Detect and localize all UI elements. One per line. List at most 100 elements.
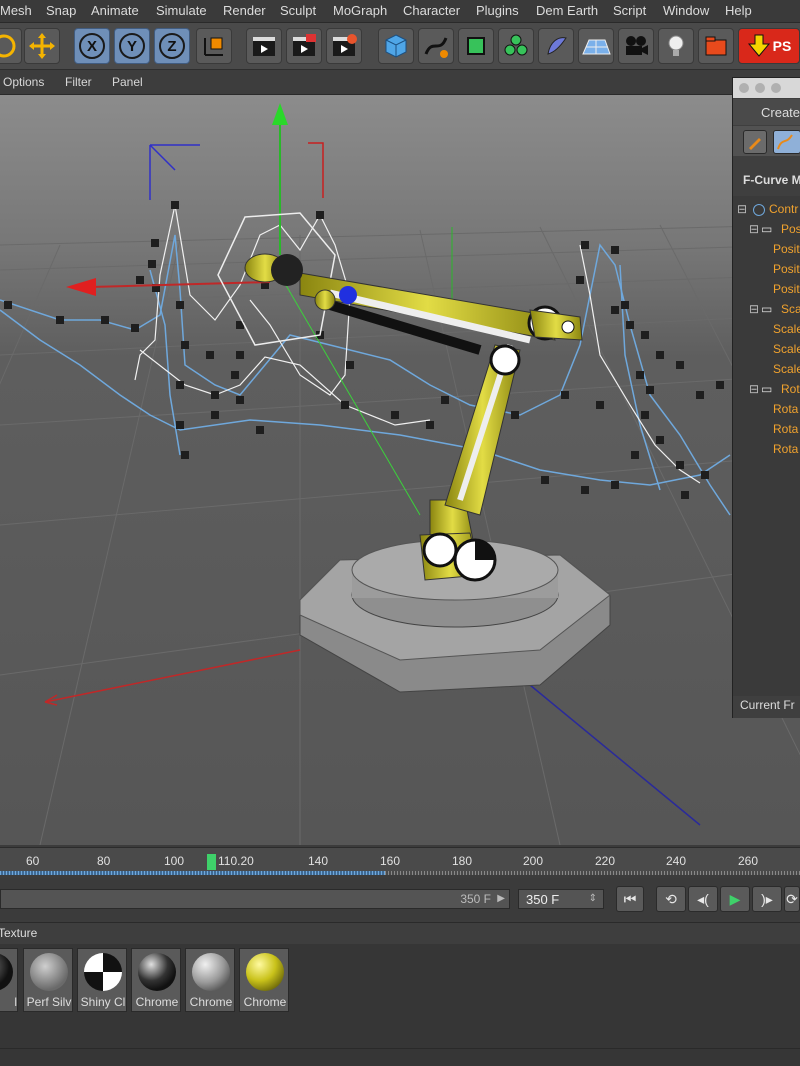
material-swatch[interactable]: l: [0, 948, 18, 1012]
nurbs-button[interactable]: [458, 28, 494, 64]
tree-scale-group[interactable]: Sca: [781, 302, 800, 316]
timeline-ticks: [385, 871, 800, 875]
z-axis-toggle[interactable]: Z: [154, 28, 190, 64]
material-preview: [246, 953, 284, 991]
step-back-button[interactable]: ◂(: [688, 886, 718, 912]
playhead-marker[interactable]: [207, 854, 216, 870]
tree-rotation-b[interactable]: Rota: [773, 442, 798, 456]
tree-position-y[interactable]: Posit: [773, 262, 800, 276]
play-button[interactable]: ▶: [720, 886, 750, 912]
folder-icon: ▭: [761, 382, 773, 396]
y-axis-toggle[interactable]: Y: [114, 28, 150, 64]
material-preview: [84, 953, 122, 991]
coordinate-system-button[interactable]: [196, 28, 232, 64]
deformer-button[interactable]: [538, 28, 574, 64]
tree-scale-y[interactable]: Scale: [773, 342, 800, 356]
render-picture-viewer-button[interactable]: [286, 28, 322, 64]
tree-rotation-p[interactable]: Rota: [773, 422, 798, 436]
preview-end-field[interactable]: 350 F: [460, 892, 491, 906]
material-manager-menu: Texture: [0, 922, 800, 945]
cube-primitive-button[interactable]: [378, 28, 414, 64]
material-preview: [30, 953, 68, 991]
tree-position-x[interactable]: Posit: [773, 242, 800, 256]
render-view-button[interactable]: [246, 28, 282, 64]
array-button[interactable]: [498, 28, 534, 64]
viewport-menu-filter[interactable]: Filter: [65, 75, 92, 89]
menu-script[interactable]: Script: [613, 3, 646, 18]
material-swatch[interactable]: Chrome: [239, 948, 289, 1012]
material-swatch[interactable]: Shiny Cl: [77, 948, 127, 1012]
render-settings-button[interactable]: [326, 28, 362, 64]
material-swatch[interactable]: Perf Silv: [23, 948, 73, 1012]
menu-sculpt[interactable]: Sculpt: [280, 3, 316, 18]
floor-button[interactable]: [578, 28, 614, 64]
viewport-menu-options[interactable]: Options: [3, 75, 44, 89]
stepper-icon: ⇕: [588, 893, 597, 904]
camera-button[interactable]: [618, 28, 654, 64]
nurbs-cube-icon: [467, 37, 485, 55]
x-axis-icon: X: [79, 33, 105, 59]
timeline-ruler[interactable]: 60 80 100 120 140 160 180 200 220 240 26…: [0, 847, 800, 875]
3d-viewport[interactable]: [0, 95, 800, 846]
panel-heading: F-Curve M: [743, 173, 800, 187]
window-minimize-icon[interactable]: [755, 83, 765, 93]
fcurve-tool-button[interactable]: [743, 130, 767, 154]
menu-dem-earth[interactable]: Dem Earth: [536, 3, 598, 18]
texture-menu[interactable]: Texture: [0, 926, 37, 940]
light-button[interactable]: [658, 28, 694, 64]
menu-character[interactable]: Character: [403, 3, 460, 18]
menu-snap[interactable]: Snap: [46, 3, 76, 18]
expand-toggle-icon[interactable]: ⊟: [737, 202, 747, 216]
timeline-tick: 100: [164, 854, 185, 868]
cube-icon: [385, 34, 407, 58]
go-to-start-button[interactable]: ⏮: [616, 886, 644, 912]
light-bulb-icon: [668, 35, 684, 56]
x-axis-toggle[interactable]: X: [74, 28, 110, 64]
window-close-icon[interactable]: [739, 83, 749, 93]
scene-button[interactable]: [698, 28, 734, 64]
panel-menu: Create: [733, 99, 800, 125]
next-key-button[interactable]: ⟳: [784, 886, 800, 912]
max-frame-field[interactable]: 350 F ⇕: [518, 889, 604, 909]
rotate-tool-button[interactable]: [0, 28, 22, 64]
previous-key-button[interactable]: ⟲: [656, 886, 686, 912]
expand-toggle-icon[interactable]: ⊟: [749, 302, 759, 316]
menu-window[interactable]: Window: [663, 3, 709, 18]
viewport-scene: [0, 95, 800, 846]
menu-mesh[interactable]: Mesh: [0, 3, 32, 18]
menu-mograph[interactable]: MoGraph: [333, 3, 387, 18]
tree-rotation-group[interactable]: Rot: [781, 382, 800, 396]
move-tool-button[interactable]: [24, 28, 60, 64]
menu-simulate[interactable]: Simulate: [156, 3, 207, 18]
expand-toggle-icon[interactable]: ⊟: [749, 382, 759, 396]
tree-scale-x[interactable]: Scale: [773, 322, 800, 336]
current-frame-label: Current Fr: [740, 698, 795, 712]
preview-range-slider[interactable]: 350 F ▶: [0, 889, 510, 909]
window-zoom-icon[interactable]: [771, 83, 781, 93]
material-swatch[interactable]: Chrome: [131, 948, 181, 1012]
create-menu[interactable]: Create: [761, 105, 800, 120]
viewport-menu-panel[interactable]: Panel: [112, 75, 143, 89]
material-swatch[interactable]: Chrome: [185, 948, 235, 1012]
tree-rotation-h[interactable]: Rota: [773, 402, 798, 416]
expand-toggle-icon[interactable]: ⊟: [749, 222, 759, 236]
menu-render[interactable]: Render: [223, 3, 266, 18]
pencil-icon: [749, 138, 761, 150]
skip-start-icon: ⏮: [623, 890, 637, 907]
step-forward-button[interactable]: )▸: [752, 886, 782, 912]
tree-position-group[interactable]: Pos: [781, 222, 800, 236]
tree-root-item[interactable]: Contr: [769, 202, 798, 216]
tree-scale-z[interactable]: Scale: [773, 362, 800, 376]
clapper-icon: [293, 34, 316, 56]
menu-help[interactable]: Help: [725, 3, 752, 18]
clapper-gear-icon: [333, 34, 357, 56]
z-axis-icon: Z: [159, 33, 185, 59]
ps-plugin-button[interactable]: PS: [738, 28, 800, 64]
spline-pen-button[interactable]: [418, 28, 454, 64]
material-label: l: [14, 995, 17, 1009]
menu-animate[interactable]: Animate: [91, 3, 139, 18]
tree-position-z[interactable]: Posit: [773, 282, 800, 296]
menu-plugins[interactable]: Plugins: [476, 3, 519, 18]
timeline-tick: 240: [666, 854, 687, 868]
fcurve-edit-button[interactable]: [773, 130, 800, 154]
